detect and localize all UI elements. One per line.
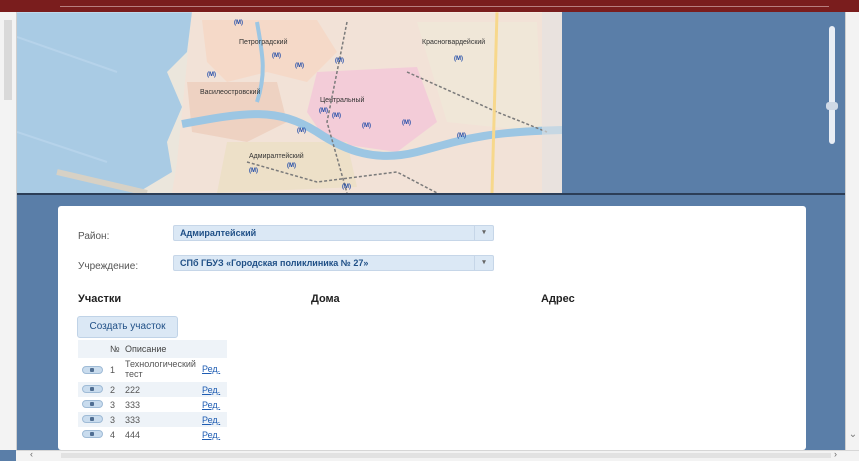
- row-num: 3: [110, 400, 116, 410]
- create-uchastok-button[interactable]: Создать участок: [77, 316, 178, 338]
- row-toggle[interactable]: [82, 400, 103, 408]
- horizontal-scrollbar[interactable]: ‹ ›: [16, 449, 859, 461]
- row-edit-link[interactable]: Ред.: [202, 400, 220, 410]
- map-label-vasileostrovsky: Василеостровский: [200, 88, 260, 96]
- metro-icon: (M): [457, 133, 466, 139]
- metro-icon: (M): [454, 56, 463, 62]
- row-num: 4: [110, 430, 116, 440]
- map-water: [17, 12, 192, 193]
- row-desc: 333: [125, 400, 141, 410]
- scroll-left-icon[interactable]: ‹: [30, 449, 33, 459]
- title-bar-line: [60, 6, 829, 7]
- metro-icon: (M): [272, 53, 281, 59]
- institution-select[interactable]: СПб ГБУЗ «Городская поликлиника № 27» ▾: [173, 255, 494, 271]
- chevron-down-icon[interactable]: ▾: [474, 226, 493, 240]
- metro-icon: (M): [332, 113, 341, 119]
- table-row: 1 Технологический тест Ред.: [78, 358, 227, 382]
- column-header-num: №: [110, 344, 120, 354]
- metro-icon: (M): [342, 184, 351, 190]
- chevron-down-icon[interactable]: ▾: [474, 256, 493, 270]
- toggle-knob-icon: [90, 417, 94, 421]
- table-row: 3 333 Ред.: [78, 412, 227, 427]
- row-num: 3: [110, 415, 116, 425]
- institution-select-value: СПб ГБУЗ «Городская поликлиника № 27»: [180, 258, 369, 268]
- row-edit-link[interactable]: Ред.: [202, 430, 220, 440]
- table-header: № Описание: [78, 340, 227, 358]
- content-panel: Район: Адмиралтейский ▾ Учреждение: СПб …: [58, 206, 806, 450]
- metro-icon: (M): [319, 108, 328, 114]
- toggle-knob-icon: [90, 387, 94, 391]
- map-divider[interactable]: [17, 193, 845, 195]
- row-desc: 333: [125, 415, 141, 425]
- toggle-knob-icon: [90, 368, 94, 372]
- metro-icon: (M): [207, 72, 216, 78]
- city-map[interactable]: Петроградский Красногвардейский Василеос…: [17, 12, 562, 193]
- row-num: 1: [110, 365, 116, 375]
- map-label-tsentralny: Центральный: [320, 96, 365, 104]
- row-desc-line: Технологический: [125, 359, 196, 369]
- row-desc-line: тест: [125, 369, 143, 379]
- row-num: 2: [110, 385, 116, 395]
- vertical-scrollbar[interactable]: ⌄: [845, 12, 859, 450]
- scrollbar-thumb[interactable]: [61, 453, 831, 458]
- district-select[interactable]: Адмиралтейский ▾: [173, 225, 494, 241]
- metro-icon: (M): [362, 123, 371, 129]
- row-toggle[interactable]: [82, 415, 103, 423]
- row-edit-link[interactable]: Ред.: [202, 364, 220, 374]
- map-zoom-handle[interactable]: [826, 102, 838, 110]
- map-side-area: [562, 12, 845, 193]
- map-zoom-slider[interactable]: [829, 26, 835, 144]
- metro-icon: (M): [335, 58, 344, 64]
- toggle-knob-icon: [90, 432, 94, 436]
- map-canvas: Петроградский Красногвардейский Василеос…: [17, 12, 562, 193]
- doma-heading: Дома: [311, 293, 340, 305]
- metro-icon: (M): [249, 168, 258, 174]
- row-toggle[interactable]: [82, 430, 103, 438]
- row-toggle[interactable]: [82, 385, 103, 393]
- metro-icon: (M): [287, 163, 296, 169]
- metro-icon: (M): [295, 63, 304, 69]
- row-desc: Технологический тест: [125, 359, 196, 379]
- map-label-petrogradsky: Петроградский: [239, 38, 288, 46]
- row-edit-link[interactable]: Ред.: [202, 415, 220, 425]
- scroll-down-icon[interactable]: ⌄: [848, 429, 858, 440]
- table-row: 3 333 Ред.: [78, 397, 227, 412]
- district-select-value: Адмиралтейский: [180, 228, 257, 238]
- scroll-right-icon[interactable]: ›: [834, 449, 837, 459]
- uchastki-table: № Описание 1 Технологический тест Ред. 2 …: [78, 340, 227, 442]
- table-row: 2 222 Ред.: [78, 382, 227, 397]
- row-edit-link[interactable]: Ред.: [202, 385, 220, 395]
- district-label: Район:: [78, 231, 110, 242]
- row-desc: 444: [125, 430, 141, 440]
- institution-label: Учреждение:: [78, 261, 139, 272]
- metro-icon: (M): [234, 20, 243, 26]
- row-desc: 222: [125, 385, 141, 395]
- uchastki-heading: Участки: [78, 293, 122, 305]
- left-frame-grip: [4, 20, 12, 100]
- metro-icon: (M): [402, 120, 411, 126]
- column-header-desc: Описание: [125, 344, 167, 354]
- metro-icon: (M): [297, 128, 306, 134]
- adres-heading: Адрес: [541, 293, 575, 305]
- table-row: 4 444 Ред.: [78, 427, 227, 442]
- map-label-krasnogvardeysky: Красногвардейский: [422, 38, 485, 46]
- row-toggle[interactable]: [82, 366, 103, 374]
- left-frame: [0, 12, 17, 450]
- map-label-admiralteysky: Адмиралтейский: [249, 152, 304, 160]
- toggle-knob-icon: [90, 402, 94, 406]
